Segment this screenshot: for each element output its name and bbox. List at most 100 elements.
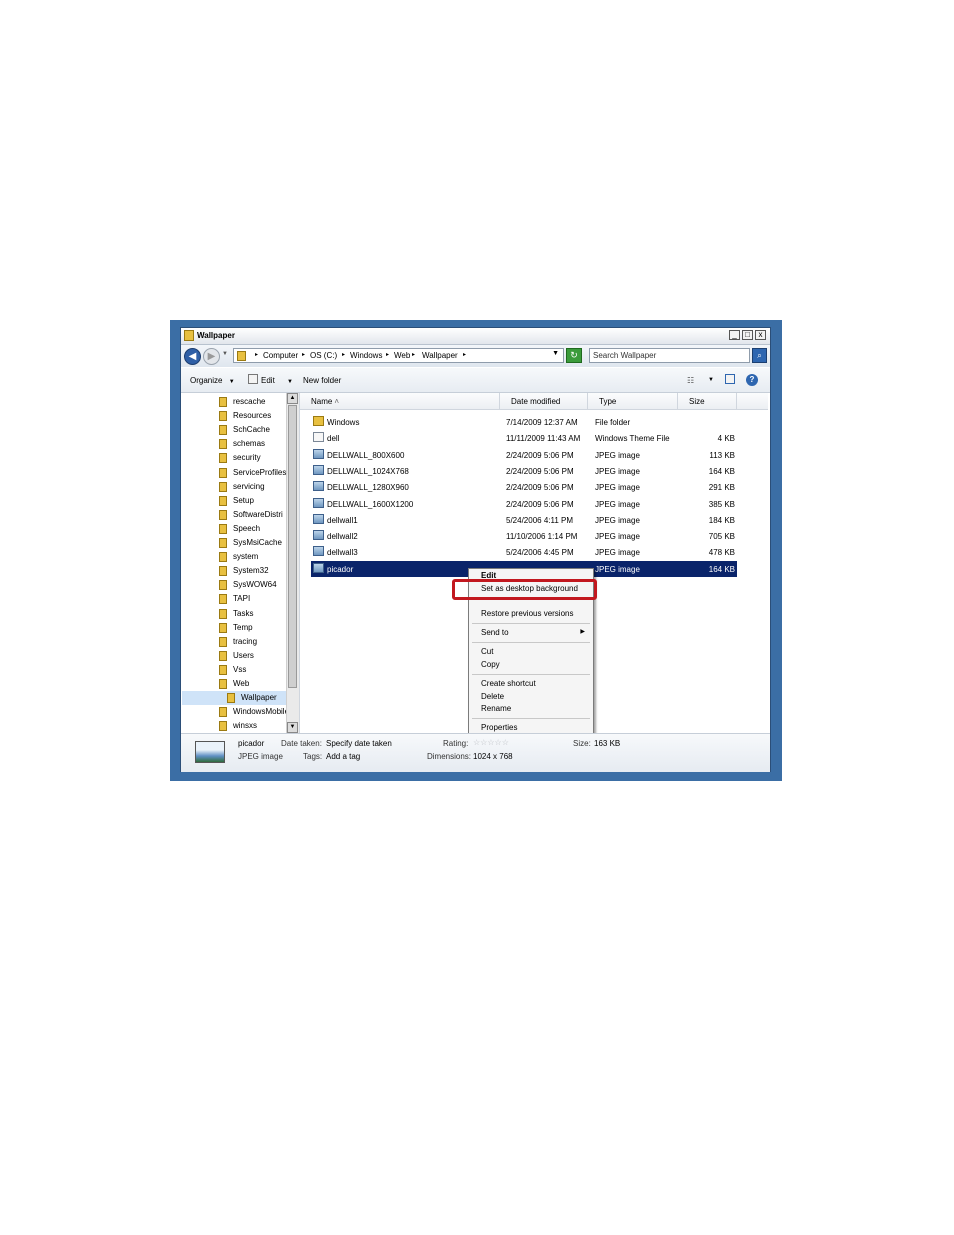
file-row[interactable]: dellwall2 11/10/2006 1:14 PM JPEG image 705… <box>311 528 737 544</box>
nav-item-label: SchCache <box>233 425 270 435</box>
title-bar[interactable]: Wallpaper _ □ x <box>181 328 770 345</box>
dimensions-value: 1024 x 768 <box>473 752 513 761</box>
file-type: JPEG image <box>595 466 640 476</box>
menu-item-restore-previous-versions[interactable]: Restore previous versions <box>481 609 573 621</box>
breadcrumb-computer[interactable]: Computer <box>263 351 298 360</box>
edit-button[interactable]: Edit ▼ <box>261 376 293 385</box>
nav-item[interactable]: Wallpaper <box>182 691 286 706</box>
menu-separator <box>472 718 590 719</box>
new-folder-button[interactable]: New folder <box>303 376 341 385</box>
command-bar: Organize ▼ Edit ▼ New folder ☷ ▼ ? <box>181 368 770 393</box>
menu-item-rename[interactable]: Rename <box>481 704 511 716</box>
file-row[interactable]: DELLWALL_1024X768 2/24/2009 5:06 PM JPEG i… <box>311 463 737 479</box>
file-name: Windows <box>327 418 360 427</box>
column-date-modified[interactable]: Date modified <box>500 393 588 409</box>
forward-button[interactable]: ▶ <box>203 348 220 365</box>
history-dropdown-icon[interactable]: ▼ <box>222 351 228 357</box>
nav-item-label: servicing <box>233 481 265 491</box>
breadcrumb-wallpaper[interactable]: Wallpaper <box>422 351 458 360</box>
refresh-icon[interactable]: ↻ <box>566 348 582 363</box>
scroll-down-icon[interactable]: ▼ <box>287 722 298 733</box>
file-row[interactable]: dellwall1 5/24/2006 4:11 PM JPEG image 184 … <box>311 512 737 528</box>
organize-button[interactable]: Organize ▼ <box>190 376 235 385</box>
nav-item-label: Temp <box>233 622 253 632</box>
file-name: DELLWALL_1280X960 <box>327 483 409 493</box>
file-size: 478 KB <box>708 548 735 558</box>
folder-icon <box>219 467 227 478</box>
folder-icon <box>184 330 194 341</box>
nav-scrollbar[interactable]: ▲ ▼ <box>286 393 299 733</box>
help-icon[interactable]: ? <box>746 374 758 386</box>
preview-pane-icon[interactable] <box>725 374 735 384</box>
menu-item-create-shortcut[interactable]: Create shortcut <box>481 679 536 691</box>
file-name: DELLWALL_1024X768 <box>327 466 409 476</box>
column-type[interactable]: Type <box>588 393 678 409</box>
file-type: JPEG image <box>595 483 640 493</box>
file-size: 113 KB <box>709 450 735 460</box>
navigation-pane: rescache Resources SchCache schemas security… <box>181 393 300 733</box>
address-box[interactable]: ▸ Computer ▸ OS (C:) ▸ Windows ▸ Web ▸ W… <box>233 348 564 363</box>
views-dropdown-icon[interactable]: ▼ <box>708 377 714 383</box>
chevron-right-icon: ▸ <box>302 352 306 358</box>
menu-item-delete[interactable]: Delete <box>481 692 504 704</box>
nav-item-label: Users <box>233 650 254 660</box>
tags-field[interactable]: Add a tag <box>326 752 360 761</box>
search-icon[interactable]: ⌕ <box>752 348 767 363</box>
menu-item-send-to[interactable]: Send to ▶ <box>481 628 591 640</box>
file-type: JPEG image <box>595 499 640 509</box>
search-input[interactable]: Search Wallpaper <box>589 348 750 363</box>
folder-icon <box>219 721 227 732</box>
nav-item-label: winsxs <box>233 721 258 731</box>
maximize-button[interactable]: □ <box>742 330 753 340</box>
folder-icon <box>219 453 227 464</box>
minimize-button[interactable]: _ <box>729 330 740 340</box>
folder-icon <box>219 411 227 422</box>
close-button[interactable]: x <box>755 330 766 340</box>
chevron-right-icon: ▸ <box>412 352 416 358</box>
back-button[interactable]: ◀ <box>184 348 201 365</box>
folder-icon <box>219 650 227 661</box>
breadcrumb-windows[interactable]: Windows <box>350 351 382 360</box>
folder-icon <box>219 509 227 520</box>
menu-item-copy[interactable]: Copy <box>481 660 500 672</box>
column-name[interactable]: Name ˄ <box>300 393 500 409</box>
folder-icon <box>219 707 227 718</box>
date-taken-field[interactable]: Specify date taken <box>326 739 392 748</box>
folder-icon <box>219 664 227 675</box>
file-row[interactable]: Windows 7/14/2009 12:37 AM File folder <box>311 414 737 430</box>
file-row[interactable]: DELLWALL_1280X960 2/24/2009 5:06 PM JPEG i… <box>311 479 737 495</box>
menu-separator <box>472 623 590 624</box>
nav-item-label: security <box>233 453 261 463</box>
chevron-right-icon: ▸ <box>463 352 467 358</box>
address-dropdown-icon[interactable]: ▼ <box>552 350 559 357</box>
views-icon[interactable]: ☷ <box>687 376 694 385</box>
breadcrumb-os-c[interactable]: OS (C:) <box>310 351 337 360</box>
file-row[interactable]: dellwall3 5/24/2006 4:45 PM JPEG image 478 … <box>311 544 737 560</box>
file-date-modified: 11/11/2009 11:43 AM <box>506 434 581 444</box>
file-type: JPEG image <box>595 548 640 558</box>
details-pane: picador JPEG image Date taken: Specify d… <box>181 733 770 772</box>
nav-item-label: Speech <box>233 523 261 533</box>
rating-stars[interactable]: ☆☆☆☆☆ <box>473 738 509 747</box>
breadcrumb-web[interactable]: Web <box>394 351 410 360</box>
column-size[interactable]: Size <box>678 393 737 409</box>
nav-item-label: tracing <box>233 636 258 646</box>
chevron-right-icon: ▶ <box>580 629 585 635</box>
file-date-modified: 2/24/2009 5:06 PM <box>506 483 574 493</box>
file-row[interactable]: DELLWALL_1600X1200 2/24/2009 5:06 PM JPEG … <box>311 496 737 512</box>
theme-file-icon <box>313 432 324 443</box>
menu-item-cut[interactable]: Cut <box>481 647 493 659</box>
size-value: 163 KB <box>594 739 621 748</box>
file-row[interactable]: DELLWALL_800X600 2/24/2009 5:06 PM JPEG im… <box>311 447 737 463</box>
folder-icon <box>219 425 227 436</box>
file-row[interactable]: dell 11/11/2009 11:43 AM Windows Theme Fil… <box>311 430 737 446</box>
scroll-up-icon[interactable]: ▲ <box>287 393 298 404</box>
file-name: dellwall2 <box>327 532 358 542</box>
folder-icon <box>219 622 227 633</box>
jpeg-icon <box>313 448 324 459</box>
scroll-thumb[interactable] <box>288 405 297 688</box>
column-name-label: Name <box>311 397 333 406</box>
nav-item-label: TAPI <box>233 594 251 604</box>
nav-item-label: Vss <box>233 664 247 674</box>
nav-item-label: schemas <box>233 439 266 449</box>
